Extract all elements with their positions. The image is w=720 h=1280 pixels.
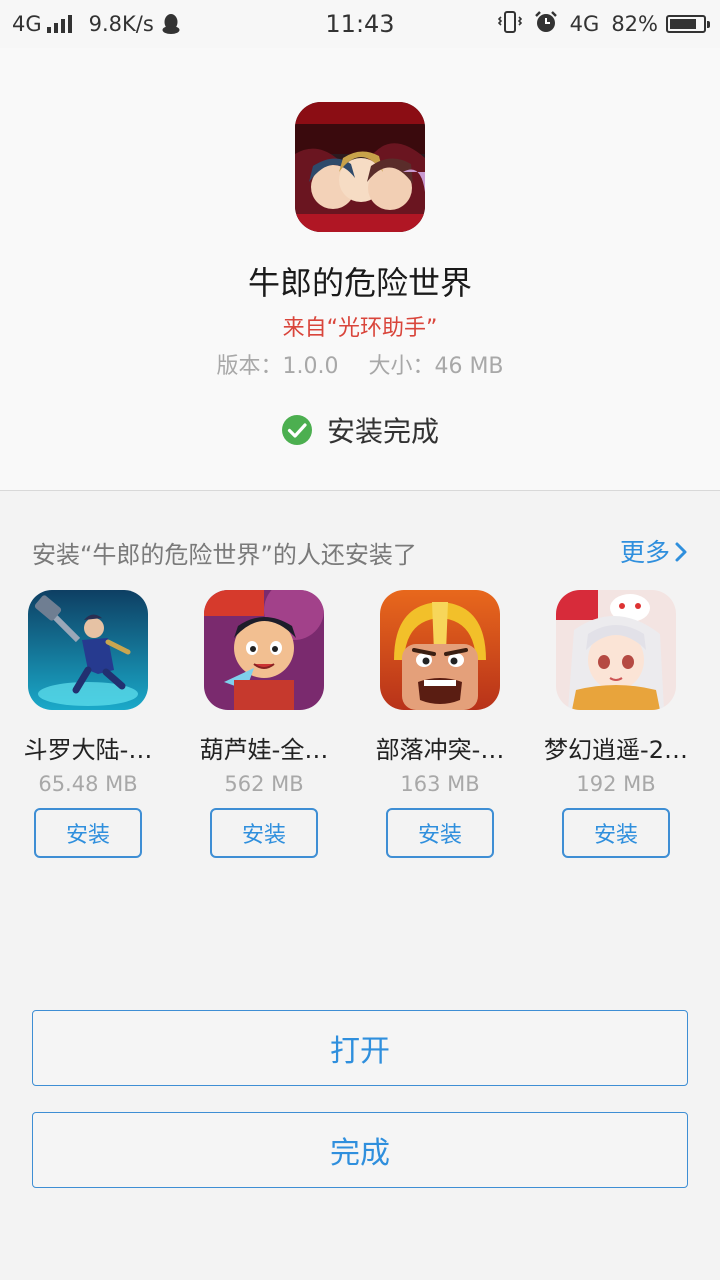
recommended-app-size: 163 MB bbox=[400, 772, 480, 796]
douluo-game-icon[interactable] bbox=[28, 590, 148, 710]
battery-percent: 82% bbox=[611, 12, 658, 36]
battery-icon bbox=[666, 15, 710, 33]
status-right: 4G 82% bbox=[497, 0, 710, 48]
recommended-app-size: 562 MB bbox=[224, 772, 304, 796]
huluwa-game-icon[interactable] bbox=[204, 590, 324, 710]
recommended-app-name: 葫芦娃-全… bbox=[199, 736, 329, 764]
app-version: 版本：1.0.0 bbox=[216, 354, 339, 379]
recommended-app-size: 65.48 MB bbox=[38, 772, 138, 796]
menghuan-game-icon[interactable] bbox=[556, 590, 676, 710]
app-size: 大小：46 MB bbox=[368, 354, 504, 379]
recommended-app[interactable]: 葫芦娃-全… 562 MB 安装 bbox=[176, 590, 352, 860]
network-speed: 9.8K/s bbox=[88, 12, 154, 36]
app-source: 来自“光环助手” bbox=[282, 316, 438, 341]
status-left: 4G 9.8K/s bbox=[12, 0, 180, 48]
open-button[interactable]: 打开 bbox=[32, 1010, 688, 1086]
more-link[interactable]: 更多 bbox=[620, 533, 688, 569]
network-4g-label: 4G bbox=[569, 12, 600, 36]
install-button[interactable]: 安装 bbox=[34, 808, 142, 858]
alarm-icon bbox=[534, 10, 558, 39]
clash-game-icon[interactable] bbox=[380, 590, 500, 710]
recommended-app[interactable]: 部落冲突-… 163 MB 安装 bbox=[352, 590, 528, 860]
install-status: 安装完成 bbox=[0, 410, 720, 450]
status-bar: 4G 9.8K/s 11:43 4G 82% bbox=[0, 0, 720, 48]
recommended-app-name: 斗罗大陆-… bbox=[23, 736, 153, 764]
more-label: 更多 bbox=[619, 538, 670, 567]
recommended-app[interactable]: 梦幻逍遥-2… 192 MB 安装 bbox=[528, 590, 704, 860]
chevron-right-icon bbox=[674, 540, 688, 562]
recommended-app-name: 梦幻逍遥-2… bbox=[544, 736, 688, 764]
network-type: 4G bbox=[12, 12, 42, 36]
install-result-card: 牛郎的危险世界 来自“光环助手” 版本：1.0.0 大小：46 MB 安装完成 bbox=[0, 48, 720, 491]
recommended-app-name: 部落冲突-… bbox=[375, 736, 505, 764]
game-art-icon bbox=[295, 102, 425, 232]
install-button[interactable]: 安装 bbox=[210, 808, 318, 858]
vibrate-icon bbox=[497, 10, 522, 38]
done-button[interactable]: 完成 bbox=[32, 1112, 688, 1188]
signal-icon bbox=[46, 15, 75, 33]
install-button[interactable]: 安装 bbox=[386, 808, 494, 858]
recommended-app-size: 192 MB bbox=[576, 772, 656, 796]
install-status-label: 安装完成 bbox=[326, 415, 439, 448]
app-meta: 版本：1.0.0 大小：46 MB bbox=[0, 348, 720, 380]
recommendations-list: 斗罗大陆-… 65.48 MB 安装 葫芦娃-全… 562 MB 安装 部落冲突… bbox=[0, 590, 720, 870]
recommended-app[interactable]: 斗罗大陆-… 65.48 MB 安装 bbox=[0, 590, 176, 860]
battery-fill bbox=[670, 19, 696, 29]
check-circle-icon bbox=[281, 414, 313, 446]
recommendations-header: 安装“牛郎的危险世界”的人还安装了 更多 bbox=[32, 535, 688, 569]
recommendations-title: 安装“牛郎的危险世界”的人还安装了 bbox=[32, 541, 417, 569]
app-name: 牛郎的危险世界 bbox=[247, 264, 472, 302]
qq-icon bbox=[162, 13, 180, 35]
install-button[interactable]: 安装 bbox=[562, 808, 670, 858]
